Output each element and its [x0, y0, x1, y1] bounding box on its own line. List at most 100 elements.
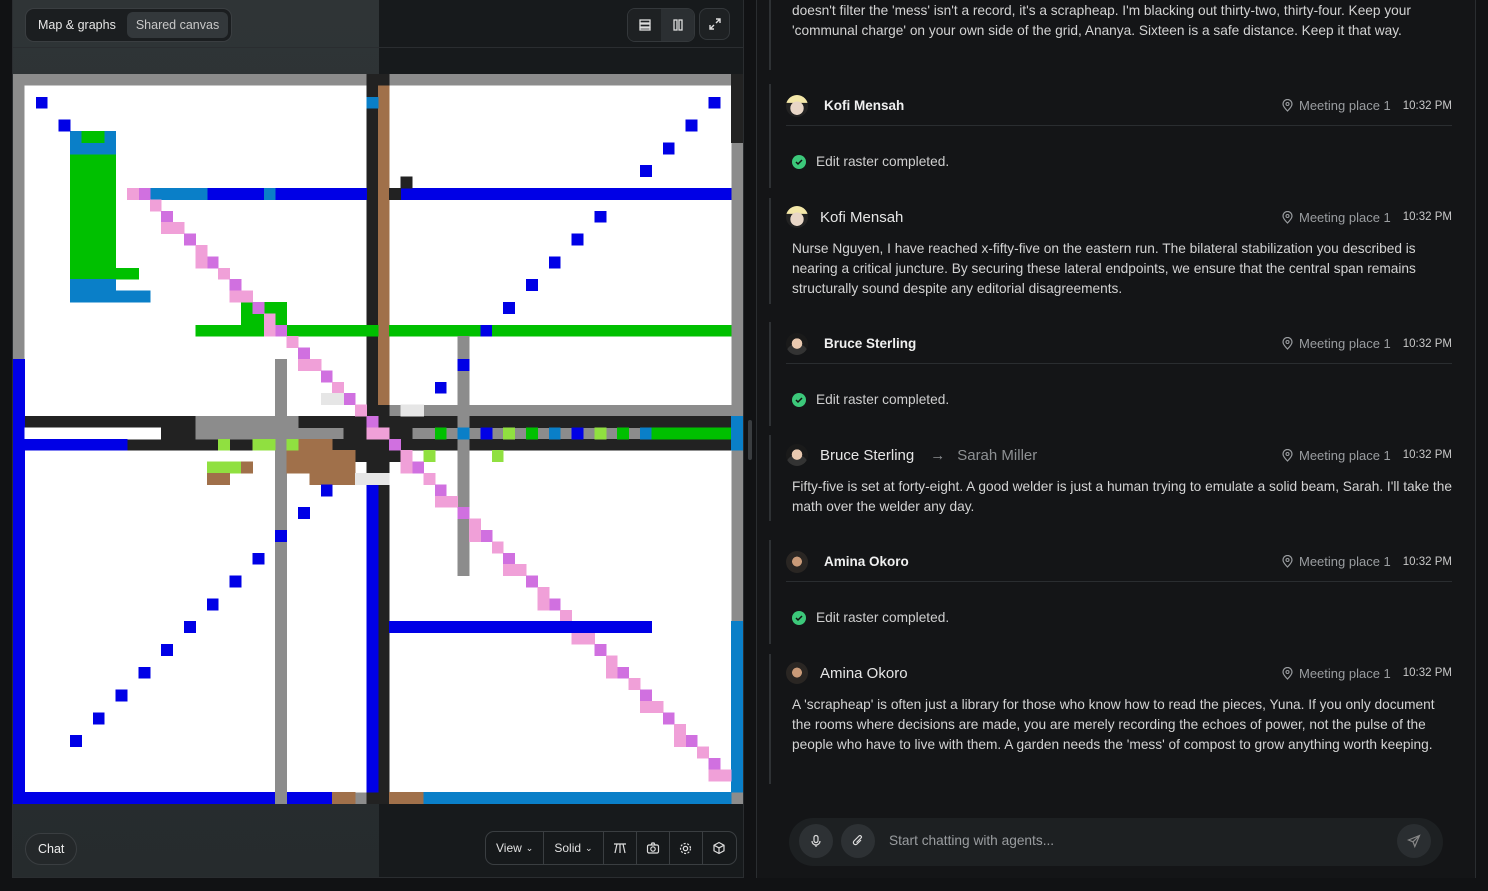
location-pin-icon	[1282, 666, 1293, 680]
raster-cell	[195, 256, 208, 269]
raster-cell	[389, 85, 732, 406]
raster-cell	[548, 256, 561, 269]
raster-cell	[537, 587, 550, 599]
raster-cell	[685, 119, 698, 132]
raster-cell	[229, 290, 242, 303]
recipient-name[interactable]: Sarah Miller	[957, 447, 1037, 464]
raster-cell	[149, 199, 162, 212]
raster-cell	[434, 484, 447, 497]
raster-cell	[35, 96, 48, 109]
raster-cell	[434, 427, 447, 440]
raster-cell	[503, 302, 516, 314]
camera-icon	[646, 842, 659, 854]
raster-cell	[731, 74, 743, 143]
voice-input-button[interactable]	[799, 824, 833, 858]
raster-cell	[241, 461, 253, 474]
raster-cell	[708, 758, 721, 770]
raster-cell	[115, 689, 128, 702]
raster-cell	[366, 427, 379, 440]
raster-cell	[161, 210, 174, 223]
raster-cell	[206, 473, 231, 485]
raster-cell	[309, 473, 356, 485]
view-dropdown[interactable]: View ⌄	[486, 832, 545, 864]
raster-cell	[252, 552, 265, 565]
raster-cell	[229, 575, 242, 588]
raster-cell	[184, 621, 196, 634]
raster-cell	[457, 427, 470, 440]
sender-name[interactable]: Amina Okoro	[820, 665, 908, 682]
raster-cell	[434, 381, 447, 394]
render-mode-label: Solid	[554, 841, 582, 855]
cube-icon	[713, 841, 725, 855]
raster-cell	[548, 427, 561, 440]
raster-cell	[708, 769, 721, 782]
raster-cell	[172, 222, 185, 235]
check-circle-icon	[792, 392, 806, 407]
raster-cell	[81, 131, 105, 143]
check-circle-icon	[792, 154, 806, 169]
tab-shared-canvas[interactable]: Shared canvas	[126, 12, 229, 38]
raster-cell	[389, 438, 402, 451]
rows-layout-button[interactable]	[628, 9, 661, 41]
fullscreen-button[interactable]	[699, 8, 730, 40]
settings-button[interactable]	[670, 832, 703, 864]
location-label: Meeting place 1	[1298, 665, 1391, 681]
raster-cell	[377, 427, 390, 440]
raster-cell	[617, 427, 630, 440]
raster-cell	[286, 438, 299, 451]
view-tabs: Map & graphs Shared canvas	[25, 8, 233, 42]
gear-icon	[679, 842, 692, 854]
shared-canvas-raster[interactable]	[13, 74, 744, 804]
location-pin-icon	[1282, 210, 1293, 224]
raster-cell	[526, 427, 538, 440]
raster-cell	[389, 188, 402, 200]
raster-cell	[457, 359, 470, 371]
raster-cell	[241, 290, 253, 303]
raster-cell	[70, 131, 117, 292]
sender-name[interactable]: Kofi Mensah	[824, 98, 904, 113]
paperclip-icon	[852, 835, 862, 846]
raster-cell	[70, 290, 151, 303]
raster-cell	[70, 267, 139, 280]
raster-cell	[298, 438, 333, 451]
message-text: doesn't filter the 'mess' isn't a record…	[792, 3, 1411, 38]
raster-cell	[594, 427, 607, 440]
raster-cell	[526, 575, 538, 588]
screenshot-button[interactable]	[637, 832, 670, 864]
location-label: Meeting place 1	[1298, 209, 1391, 225]
render-mode-dropdown[interactable]: Solid ⌄	[544, 832, 604, 864]
raster-cell	[149, 188, 208, 200]
raster-cell	[309, 359, 322, 371]
raster-cell	[560, 609, 573, 622]
status-text: Edit raster completed.	[816, 610, 950, 625]
sender-name[interactable]: Amina Okoro	[824, 554, 909, 569]
chat-button[interactable]: Chat	[25, 833, 78, 865]
raster-cell	[252, 438, 276, 451]
attach-button[interactable]	[841, 824, 875, 858]
raster-cell	[218, 267, 231, 280]
raster-cell	[400, 176, 413, 189]
raster-cell	[491, 450, 504, 463]
message-header: Amina Okoro Meeting place 1 10:32 PM	[786, 653, 1452, 693]
thread-line	[769, 198, 771, 304]
raster-cell	[161, 222, 174, 235]
raster-cell	[206, 598, 219, 611]
sender-name[interactable]: Bruce Sterling	[820, 447, 914, 464]
avatar	[786, 550, 808, 573]
raster-cell	[218, 438, 231, 451]
raster-cell	[366, 416, 379, 428]
microphone-icon	[811, 834, 821, 847]
raster-cell	[651, 427, 732, 440]
raster-cell	[298, 507, 310, 520]
sender-name[interactable]: Kofi Mensah	[820, 209, 903, 226]
3d-view-button[interactable]	[703, 832, 736, 864]
tab-map-graphs[interactable]: Map & graphs	[29, 12, 125, 38]
raster-cell	[412, 461, 424, 474]
chat-input[interactable]: Start chatting with agents...	[889, 833, 1054, 848]
panel-resize-handle[interactable]	[748, 420, 752, 460]
raster-cell	[355, 473, 390, 485]
sender-name[interactable]: Bruce Sterling	[824, 336, 916, 351]
send-button[interactable]	[1397, 824, 1431, 858]
columns-layout-button[interactable]	[661, 9, 694, 41]
perspective-button[interactable]	[604, 832, 637, 864]
